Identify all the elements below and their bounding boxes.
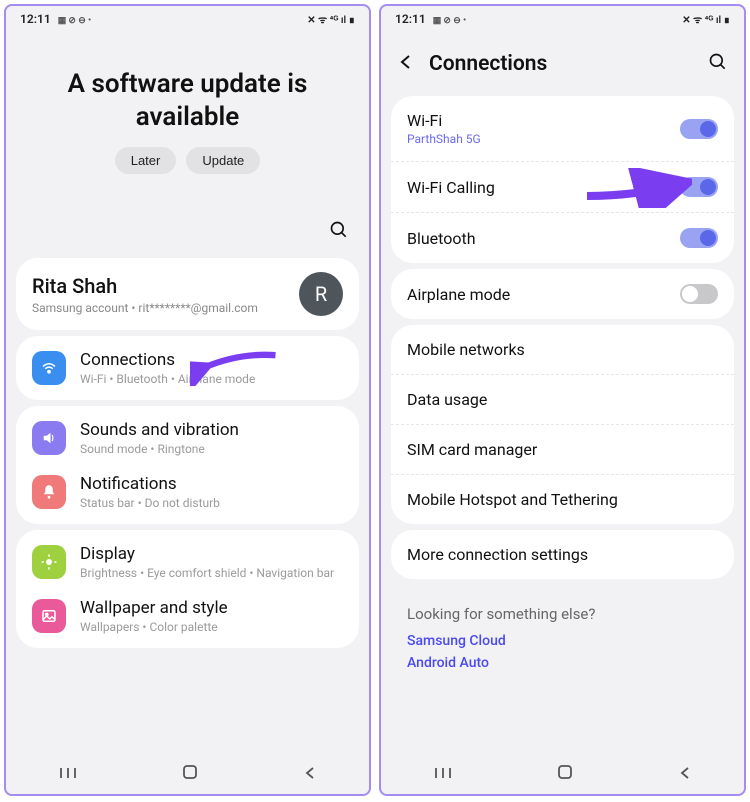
status-bar: 12:11 ▦ ⊘ ⊖ • ✕ ᯤ ⁴ᴳ ıl ∎	[381, 6, 744, 32]
samsung-cloud-link[interactable]: Samsung Cloud	[407, 633, 718, 649]
row-title: Wallpaper and style	[80, 598, 228, 618]
item-title: More connection settings	[407, 545, 588, 564]
item-title: Data usage	[407, 390, 487, 409]
item-title: Bluetooth	[407, 229, 476, 248]
profile-name: Rita Shah	[32, 274, 258, 298]
settings-main-screen: 12:11 ▦ ⊘ ⊖ • ✕ ᯤ ⁴ᴳ ıl ∎ A software upd…	[4, 4, 371, 796]
status-time: 12:11	[395, 12, 426, 26]
profile-card[interactable]: Rita Shah Samsung account • rit********@…	[16, 258, 359, 330]
update-button[interactable]: Update	[186, 147, 260, 174]
row-subtitle: Status bar • Do not disturb	[80, 496, 220, 510]
status-bar: 12:11 ▦ ⊘ ⊖ • ✕ ᯤ ⁴ᴳ ıl ∎	[6, 6, 369, 32]
status-right-icons: ✕ ᯤ ⁴ᴳ ıl ∎	[307, 12, 355, 26]
display-wallpaper-card: Display Brightness • Eye comfort shield …	[16, 530, 359, 648]
back-icon[interactable]	[397, 53, 415, 75]
row-subtitle: Brightness • Eye comfort shield • Naviga…	[80, 566, 334, 580]
row-title: Connections	[80, 350, 255, 370]
search-icon[interactable]	[329, 220, 349, 244]
annotation-arrow	[582, 168, 692, 208]
bell-icon	[32, 475, 66, 509]
status-left-icons: ▦ ⊘ ⊖ •	[58, 16, 92, 26]
profile-subtitle: Samsung account • rit********@gmail.com	[32, 301, 258, 315]
avatar: R	[299, 272, 343, 316]
sounds-row[interactable]: Sounds and vibration Sound mode • Ringto…	[32, 420, 343, 456]
wifi-calling-row[interactable]: Wi-Fi Calling	[391, 161, 734, 212]
page-title: Connections	[429, 52, 694, 76]
wifi-calling-toggle[interactable]	[680, 177, 718, 197]
update-banner: A software update is available Later Upd…	[6, 32, 369, 192]
nav-bar	[381, 754, 744, 794]
sounds-notifications-card: Sounds and vibration Sound mode • Ringto…	[16, 406, 359, 524]
row-subtitle: Sound mode • Ringtone	[80, 442, 239, 456]
airplane-row[interactable]: Airplane mode	[391, 269, 734, 319]
recents-button[interactable]	[433, 765, 453, 784]
brightness-icon	[32, 545, 66, 579]
status-left-icons: ▦ ⊘ ⊖ •	[433, 16, 467, 26]
wifi-icon	[32, 351, 66, 385]
item-title: SIM card manager	[407, 440, 537, 459]
row-title: Sounds and vibration	[80, 420, 239, 440]
later-button[interactable]: Later	[115, 147, 177, 174]
hotspot-row[interactable]: Mobile Hotspot and Tethering	[391, 474, 734, 524]
display-row[interactable]: Display Brightness • Eye comfort shield …	[32, 544, 343, 580]
bluetooth-row[interactable]: Bluetooth	[391, 212, 734, 263]
android-auto-link[interactable]: Android Auto	[407, 655, 718, 671]
search-icon[interactable]	[708, 52, 728, 76]
wifi-toggle[interactable]	[680, 119, 718, 139]
back-button[interactable]	[678, 765, 692, 784]
connections-row[interactable]: Connections Wi-Fi • Bluetooth • Airplane…	[32, 350, 343, 386]
footer-section: Looking for something else? Samsung Clou…	[391, 589, 734, 693]
banner-line1: A software update is	[68, 69, 308, 99]
row-subtitle: Wallpapers • Color palette	[80, 620, 228, 634]
row-title: Notifications	[80, 474, 220, 494]
status-time: 12:11	[20, 12, 51, 26]
connections-card: Connections Wi-Fi • Bluetooth • Airplane…	[16, 336, 359, 400]
item-title: Mobile Hotspot and Tethering	[407, 490, 618, 509]
data-usage-row[interactable]: Data usage	[391, 374, 734, 424]
nav-bar	[6, 754, 369, 794]
sound-icon	[32, 421, 66, 455]
footer-heading: Looking for something else?	[407, 605, 718, 623]
item-title: Airplane mode	[407, 285, 510, 304]
recents-button[interactable]	[58, 765, 78, 784]
item-title: Wi-Fi	[407, 111, 481, 130]
airplane-toggle[interactable]	[680, 284, 718, 304]
connections-screen: 12:11 ▦ ⊘ ⊖ • ✕ ᯤ ⁴ᴳ ıl ∎ Connections Wi…	[379, 4, 746, 796]
row-title: Display	[80, 544, 334, 564]
wallpaper-row[interactable]: Wallpaper and style Wallpapers • Color p…	[32, 598, 343, 634]
image-icon	[32, 599, 66, 633]
more-settings-row[interactable]: More connection settings	[391, 530, 734, 579]
home-button[interactable]	[556, 763, 574, 785]
wifi-row[interactable]: Wi-Fi ParthShah 5G	[391, 96, 734, 161]
item-title: Wi-Fi Calling	[407, 178, 495, 197]
item-subtitle: ParthShah 5G	[407, 132, 481, 146]
notifications-row[interactable]: Notifications Status bar • Do not distur…	[32, 474, 343, 510]
sim-manager-row[interactable]: SIM card manager	[391, 424, 734, 474]
bluetooth-toggle[interactable]	[680, 228, 718, 248]
mobile-networks-row[interactable]: Mobile networks	[391, 325, 734, 374]
row-subtitle: Wi-Fi • Bluetooth • Airplane mode	[80, 372, 255, 386]
status-right-icons: ✕ ᯤ ⁴ᴳ ıl ∎	[682, 12, 730, 26]
home-button[interactable]	[181, 763, 199, 785]
item-title: Mobile networks	[407, 340, 525, 359]
banner-line2: available	[136, 102, 239, 132]
back-button[interactable]	[303, 765, 317, 784]
